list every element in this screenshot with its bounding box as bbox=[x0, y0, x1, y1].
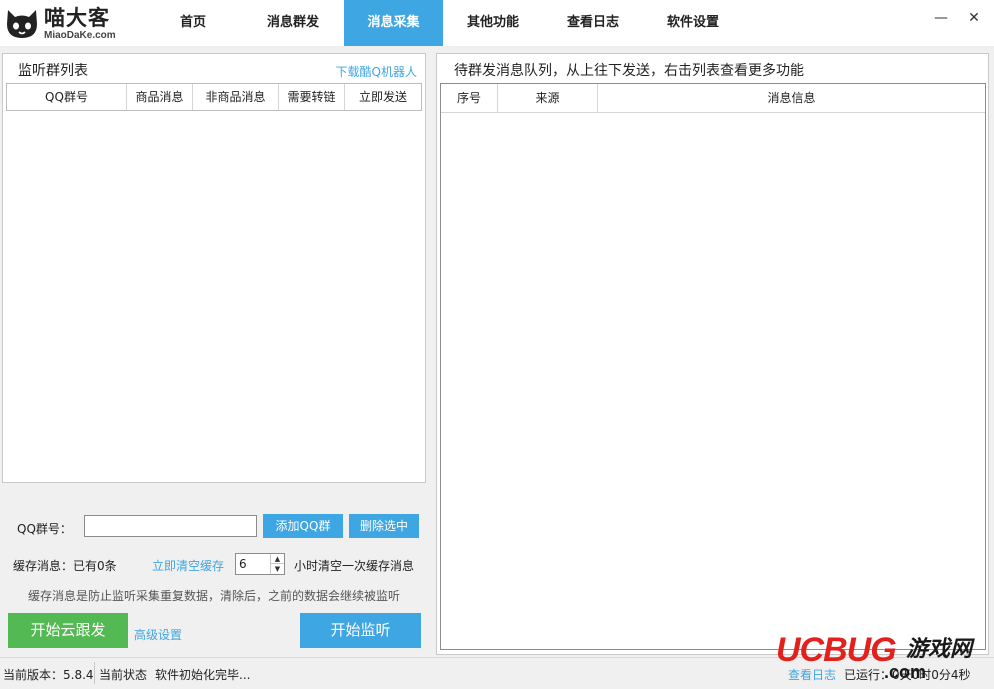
download-robot-link[interactable]: 下载酷Q机器人 bbox=[336, 63, 417, 80]
nav-home[interactable]: 首页 bbox=[143, 0, 243, 46]
column-header-source[interactable]: 来源 bbox=[498, 84, 598, 112]
column-header-send-now[interactable]: 立即发送 bbox=[345, 84, 421, 110]
logo-title: 喵大客 bbox=[44, 6, 110, 30]
nav-view-log[interactable]: 查看日志 bbox=[543, 0, 643, 46]
state-label: 当前状态 bbox=[99, 668, 148, 682]
watermark-game-text: 游戏网 bbox=[906, 636, 973, 662]
listen-group-table-body[interactable] bbox=[6, 111, 422, 477]
qq-group-input[interactable] bbox=[84, 515, 257, 537]
column-header-index[interactable]: 序号 bbox=[441, 84, 498, 112]
qq-group-label: QQ群号： bbox=[17, 522, 72, 536]
nav-other-features[interactable]: 其他功能 bbox=[443, 0, 543, 46]
send-queue-title: 待群发消息队列，从上往下发送，右击列表查看更多功能 bbox=[454, 63, 804, 79]
cache-hint-text: 缓存消息是防止监听采集重复数据，清除后，之前的数据会继续被监听 bbox=[28, 589, 401, 603]
nav-settings[interactable]: 软件设置 bbox=[643, 0, 743, 46]
close-icon: ✕ bbox=[968, 10, 980, 26]
cache-count-label: 缓存消息：已有0条 bbox=[13, 559, 117, 573]
delete-selected-button[interactable]: 删除选中 bbox=[349, 514, 419, 538]
add-qq-group-button[interactable]: 添加QQ群 bbox=[263, 514, 343, 538]
watermark-brand: UCBUG bbox=[776, 631, 897, 669]
cache-hours-label: 小时清空一次缓存消息 bbox=[294, 559, 415, 573]
listen-group-table-header: QQ群号 商品消息 非商品消息 需要转链 立即发送 bbox=[6, 83, 422, 111]
version-label: 当前版本：5.8.4 bbox=[3, 668, 94, 682]
stepper-down-icon[interactable]: ▼ bbox=[271, 564, 284, 574]
send-queue-table-header: 序号 来源 消息信息 bbox=[441, 84, 985, 113]
nav-broadcast[interactable]: 消息群发 bbox=[243, 0, 343, 46]
clear-cache-link[interactable]: 立即清空缓存 bbox=[152, 557, 224, 574]
advanced-settings-link[interactable]: 高级设置 bbox=[134, 626, 182, 643]
listen-group-panel: 监听群列表 下载酷Q机器人 QQ群号 商品消息 非商品消息 需要转链 立即发送 bbox=[2, 53, 426, 483]
column-header-qq-group[interactable]: QQ群号 bbox=[7, 84, 127, 110]
start-cloud-follow-button[interactable]: 开始云跟发 bbox=[8, 613, 128, 648]
cat-logo-icon bbox=[7, 10, 37, 38]
cache-hours-stepper[interactable]: 6 ▲ ▼ bbox=[235, 553, 285, 575]
minimize-icon: — bbox=[934, 10, 948, 26]
send-queue-table[interactable]: 序号 来源 消息信息 bbox=[440, 83, 986, 650]
column-header-product-msg[interactable]: 商品消息 bbox=[127, 84, 193, 110]
column-header-need-convert-link[interactable]: 需要转链 bbox=[279, 84, 345, 110]
stepper-up-icon[interactable]: ▲ bbox=[271, 554, 284, 564]
listen-group-title: 监听群列表 bbox=[18, 63, 88, 79]
watermark-domain: .com bbox=[884, 662, 927, 682]
start-listen-button[interactable]: 开始监听 bbox=[300, 613, 421, 648]
cache-hours-value[interactable]: 6 bbox=[239, 557, 247, 571]
state-value: 软件初始化完毕... bbox=[155, 668, 251, 682]
status-divider bbox=[94, 662, 95, 684]
send-queue-panel: 待群发消息队列，从上往下发送，右击列表查看更多功能 序号 来源 消息信息 bbox=[436, 53, 989, 655]
stepper-arrows: ▲ ▼ bbox=[270, 554, 284, 574]
app-logo: 喵大客 MiaoDaKe.com bbox=[4, 6, 134, 42]
column-header-message-info[interactable]: 消息信息 bbox=[598, 84, 985, 112]
ucbug-watermark: UCBUG 游戏网 .com bbox=[776, 630, 986, 682]
minimize-button[interactable]: — bbox=[931, 8, 951, 28]
column-header-non-product-msg[interactable]: 非商品消息 bbox=[193, 84, 279, 110]
nav-collect[interactable]: 消息采集 bbox=[344, 0, 443, 46]
top-navigation-bar: 喵大客 MiaoDaKe.com 首页 消息群发 消息采集 其他功能 查看日志 … bbox=[0, 0, 994, 46]
logo-subtitle: MiaoDaKe.com bbox=[44, 30, 116, 41]
close-button[interactable]: ✕ bbox=[964, 8, 984, 28]
